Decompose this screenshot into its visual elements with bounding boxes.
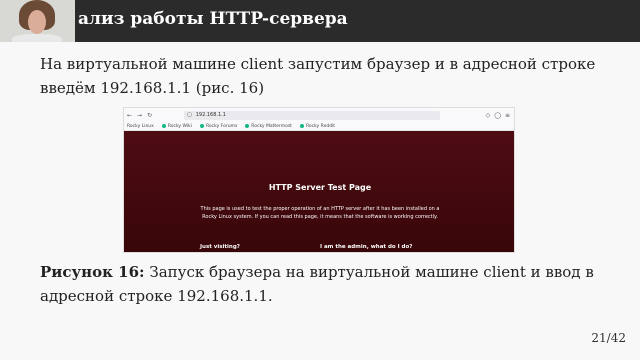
presenter-face (28, 10, 46, 34)
browser-nav: ← → ↻ (124, 112, 184, 119)
bookmark-icon (245, 124, 250, 128)
forward-icon[interactable]: → (137, 112, 142, 119)
bookmark-icon (199, 124, 204, 128)
page-icon: ▢ (187, 112, 192, 118)
webcam-overlay (0, 0, 75, 42)
browser-toolbar: ← → ↻ ▢ 192.168.1.1 ◇ ◯ ≡ (124, 108, 514, 122)
pocket-icon[interactable]: ◇ (486, 112, 491, 119)
slide-title-bar: ализ работы HTTP-сервера (0, 0, 640, 42)
page-number: 21/42 (591, 331, 626, 345)
test-page-paragraph: This page is used to test the proper ope… (200, 206, 440, 220)
caption-label: Рисунок 16: (40, 263, 145, 281)
address-bar[interactable]: ▢ 192.168.1.1 (184, 110, 440, 120)
back-icon[interactable]: ← (127, 112, 132, 119)
bookmarks-bar: Rocky Linux Rocky Wiki Rocky Forums Rock… (124, 122, 514, 131)
bookmark-icon (161, 124, 166, 128)
bookmark-item[interactable]: Rocky Linux (127, 124, 154, 129)
bookmark-item[interactable]: Rocky Mattermost (245, 124, 292, 129)
browser-toolbar-right: ◇ ◯ ≡ (486, 112, 514, 119)
test-page-content: HTTP Server Test Page This page is used … (124, 131, 514, 252)
slide-body-text: На виртуальной машине client запустим бр… (40, 55, 596, 97)
bookmark-item[interactable]: Rocky Wiki (161, 124, 192, 129)
reload-icon[interactable]: ↻ (147, 112, 152, 119)
bookmark-icon (299, 124, 304, 128)
presenter-shirt (12, 34, 62, 42)
test-page-heading: HTTP Server Test Page (268, 183, 372, 192)
slide-title: ализ работы HTTP-сервера (78, 9, 348, 29)
admin-link[interactable]: I am the admin, what do I do? (320, 244, 412, 250)
menu-icon[interactable]: ≡ (505, 112, 510, 119)
just-visiting-link[interactable]: Just visiting? (200, 244, 240, 250)
address-bar-text: 192.168.1.1 (195, 112, 226, 118)
account-icon[interactable]: ◯ (494, 112, 501, 119)
figure-caption: Рисунок 16: Запуск браузера на виртуальн… (40, 260, 610, 308)
browser-screenshot: ← → ↻ ▢ 192.168.1.1 ◇ ◯ ≡ Rocky Linux Ro… (123, 107, 515, 253)
bookmark-item[interactable]: Rocky Forums (199, 124, 237, 129)
bookmark-item[interactable]: Rocky Reddit (299, 124, 335, 129)
